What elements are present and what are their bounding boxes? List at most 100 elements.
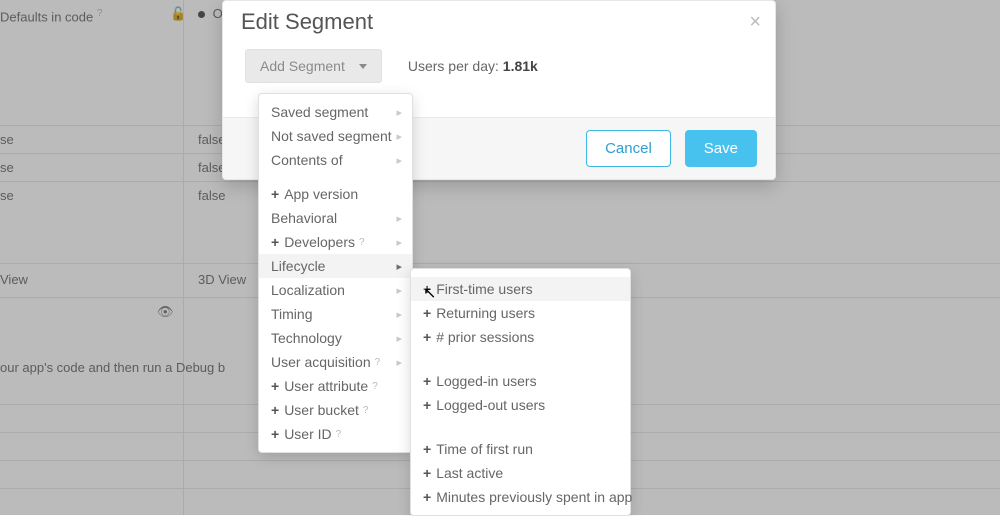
plus-icon: + (423, 465, 431, 481)
lifecycle-item-label: # prior sessions (436, 329, 534, 345)
segment-category-item[interactable]: + User attribute? (259, 374, 412, 398)
chevron-right-icon: ▸ (396, 332, 402, 345)
lifecycle-item-label: Last active (436, 465, 503, 481)
lifecycle-item[interactable]: + First-time users (411, 277, 630, 301)
chevron-right-icon: ▸ (396, 130, 402, 143)
lifecycle-item[interactable]: + Minutes previously spent in app (411, 485, 630, 509)
bg-defaults-label: Defaults in code (0, 9, 93, 24)
help-icon: ? (336, 429, 342, 440)
chevron-right-icon: ▸ (396, 154, 402, 167)
lifecycle-item[interactable]: + Returning users (411, 301, 630, 325)
bg-view-label: View (0, 264, 190, 296)
lifecycle-item-label: Minutes previously spent in app (436, 489, 632, 505)
chevron-right-icon: ▸ (396, 260, 402, 273)
plus-icon: + (423, 441, 431, 457)
lifecycle-item-label: Logged-in users (436, 373, 536, 389)
segment-category-item[interactable]: Timing ▸ (259, 302, 412, 326)
eye-icon: 👁 (157, 298, 174, 326)
segment-category-item-label: Behavioral (271, 210, 337, 226)
segment-category-item-label: Localization (271, 282, 345, 298)
plus-icon: + (271, 234, 279, 250)
segment-category-item[interactable]: Localization ▸ (259, 278, 412, 302)
segment-category-item[interactable]: Not saved segment ▸ (259, 124, 412, 148)
menu-group-gap (411, 417, 630, 437)
segment-category-item-label: App version (284, 186, 358, 202)
lifecycle-item[interactable]: + Time of first run (411, 437, 630, 461)
plus-icon: + (423, 489, 431, 505)
plus-icon: + (423, 397, 431, 413)
lifecycle-item[interactable]: + Logged-out users (411, 393, 630, 417)
segment-category-item-label: User bucket (284, 402, 359, 418)
lifecycle-item[interactable]: + Logged-in users (411, 369, 630, 393)
chevron-right-icon: ▸ (396, 236, 402, 249)
chevron-right-icon: ▸ (396, 106, 402, 119)
close-icon[interactable]: × (749, 11, 761, 34)
modal-title: Edit Segment (223, 1, 775, 49)
segment-category-item[interactable]: + User bucket? (259, 398, 412, 422)
plus-icon: + (271, 378, 279, 394)
chevron-right-icon: ▸ (396, 284, 402, 297)
segment-category-item-label: Lifecycle (271, 258, 325, 274)
plus-icon: + (271, 402, 279, 418)
bg-cell: se (0, 182, 190, 210)
help-icon: ? (372, 381, 378, 392)
users-per-day-text: Users per day: 1.81k (408, 58, 538, 74)
segment-category-item-label: User acquisition (271, 354, 371, 370)
plus-icon: + (423, 305, 431, 321)
segment-category-item-label: Developers (284, 234, 355, 250)
lifecycle-item-label: First-time users (436, 281, 532, 297)
lifecycle-item-label: Logged-out users (436, 397, 545, 413)
segment-category-item-label: Timing (271, 306, 313, 322)
bg-cell: false (190, 126, 225, 154)
plus-icon: + (423, 373, 431, 389)
segment-category-item[interactable]: Behavioral ▸ (259, 206, 412, 230)
bg-cell: se (0, 126, 190, 154)
segment-category-item[interactable]: Lifecycle ▸ (259, 254, 412, 278)
segment-category-item[interactable]: User acquisition? ▸ (259, 350, 412, 374)
help-icon: ? (375, 357, 381, 368)
help-icon: ? (359, 237, 365, 248)
segment-category-item-label: Not saved segment (271, 128, 392, 144)
users-per-day-value: 1.81k (503, 58, 538, 74)
lifecycle-item-label: Time of first run (436, 441, 533, 457)
lifecycle-item[interactable]: + Last active (411, 461, 630, 485)
plus-icon: + (423, 281, 431, 297)
segment-category-item[interactable]: + User ID? (259, 422, 412, 446)
segment-category-item[interactable]: + App version (259, 182, 412, 206)
bg-cell: se (0, 154, 190, 182)
add-segment-menu[interactable]: Saved segment▸Not saved segment▸Contents… (258, 93, 413, 453)
segment-category-item-label: User ID (284, 426, 331, 442)
plus-icon: + (271, 186, 279, 202)
bg-cell: false (190, 154, 225, 182)
lifecycle-item-label: Returning users (436, 305, 535, 321)
lifecycle-item[interactable]: + # prior sessions (411, 325, 630, 349)
menu-group-gap (411, 349, 630, 369)
help-icon: ? (363, 405, 369, 416)
segment-category-item-label: User attribute (284, 378, 368, 394)
chevron-right-icon: ▸ (396, 356, 402, 369)
chevron-right-icon: ▸ (396, 212, 402, 225)
segment-category-item-label: Technology (271, 330, 342, 346)
segment-category-item[interactable]: Contents of ▸ (259, 148, 412, 172)
bg-3d-view-label: 3D View (190, 264, 246, 296)
plus-icon: + (271, 426, 279, 442)
segment-category-item[interactable]: Saved segment ▸ (259, 100, 412, 124)
bg-cell: false (190, 182, 225, 210)
save-button[interactable]: Save (685, 130, 757, 167)
add-segment-label: Add Segment (260, 58, 345, 74)
segment-category-item[interactable]: Technology ▸ (259, 326, 412, 350)
segment-category-item[interactable]: + Developers? ▸ (259, 230, 412, 254)
lock-icon: 🔓 (170, 6, 186, 21)
help-icon: ? (97, 8, 103, 19)
menu-separator (259, 172, 412, 182)
bg-debug-text: our app's code and then run a Debug b (0, 360, 225, 375)
chevron-right-icon: ▸ (396, 308, 402, 321)
plus-icon: + (423, 329, 431, 345)
segment-category-item-label: Saved segment (271, 104, 368, 120)
add-segment-dropdown-button[interactable]: Add Segment (245, 49, 382, 83)
segment-category-item-label: Contents of (271, 152, 343, 168)
lifecycle-submenu[interactable]: + First-time users + Returning users + # prio… (410, 268, 631, 516)
cancel-button[interactable]: Cancel (586, 130, 671, 167)
status-dot-icon (198, 11, 205, 18)
chevron-down-icon (359, 64, 367, 69)
